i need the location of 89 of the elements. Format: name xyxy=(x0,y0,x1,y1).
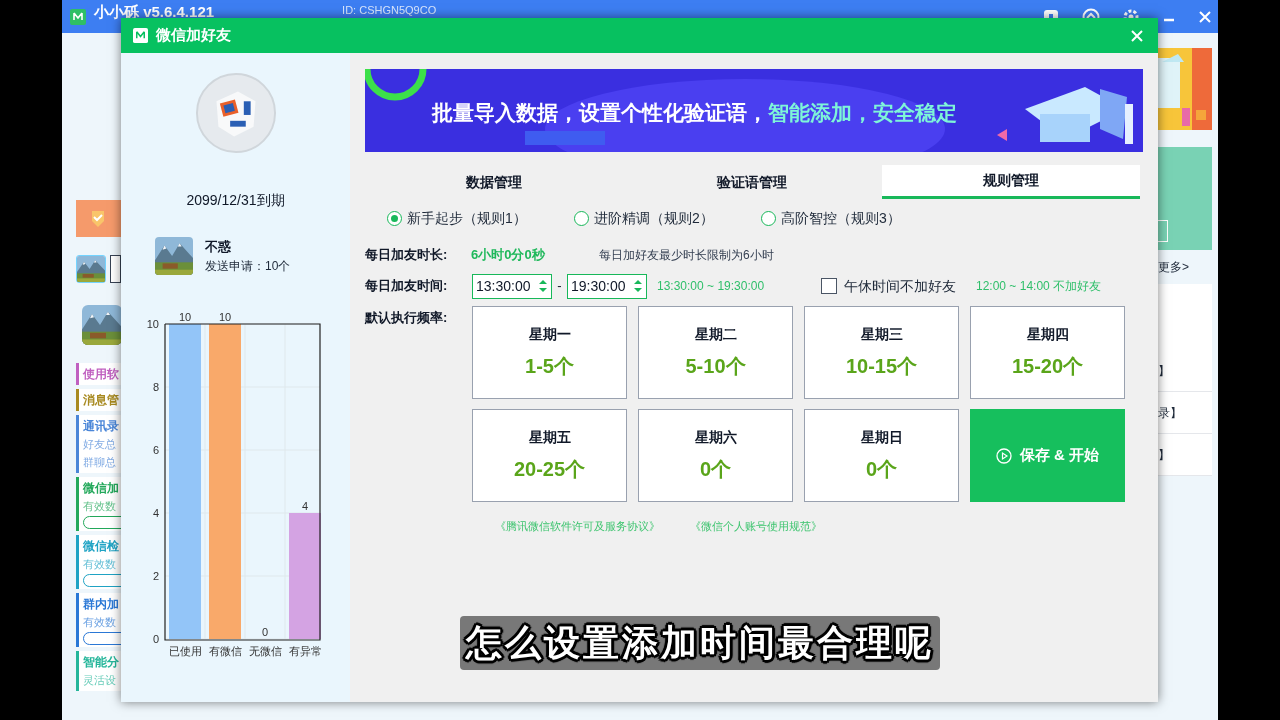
rule-radio[interactable]: 高阶智控（规则3） xyxy=(761,207,948,229)
banner-text: 批量导入数据，设置个性化验证语， xyxy=(432,100,768,126)
stat-label: 群聊总 xyxy=(83,455,116,470)
sidebar-title: 通讯录 xyxy=(83,418,119,435)
rule-radio[interactable]: 新手起步（规则1） xyxy=(387,207,574,229)
day-card[interactable]: 星期二 5-10个 xyxy=(638,306,793,399)
range-separator: - xyxy=(556,277,563,296)
category-label: 无微信 xyxy=(248,645,282,657)
day-card[interactable]: 星期五 20-25个 xyxy=(472,409,627,502)
tab[interactable]: 数据管理 xyxy=(365,165,624,199)
rule-radio[interactable]: 进阶精调（规则2） xyxy=(574,207,761,229)
list-text: 】 xyxy=(1158,362,1170,380)
axis-tick-label: 0 xyxy=(152,633,159,645)
spinner-icon xyxy=(538,279,548,293)
video-subtitle: 怎么设置添加时间最合理呢 xyxy=(460,616,940,670)
tab[interactable]: 规则管理 xyxy=(881,165,1140,199)
sidebar-title: 微信检 xyxy=(83,538,119,555)
app-logo-icon xyxy=(70,8,86,25)
sidebar-title: 智能分 xyxy=(83,654,119,671)
lunch-note: 12:00 ~ 14:00 不加好友 xyxy=(976,278,1102,295)
duration-value: 6小时0分0秒 xyxy=(471,246,546,265)
close-icon xyxy=(1130,28,1144,43)
data-label: 10 xyxy=(218,311,232,323)
day-label: 星期日 xyxy=(860,428,903,447)
sidebar-title: 微信加 xyxy=(83,480,119,497)
day-label: 星期五 xyxy=(528,428,571,447)
category-label: 有异常 xyxy=(288,645,322,657)
category-label: 有微信 xyxy=(208,645,242,657)
stat-label: 有效数 xyxy=(83,615,116,630)
expiry-date: 2099/12/31到期 xyxy=(186,191,285,210)
app-title: 小小砾 v5.6.4.121 xyxy=(94,3,215,20)
more-link[interactable]: 更多> xyxy=(1158,258,1189,276)
day-label: 星期六 xyxy=(694,428,737,447)
day-count: 0个 xyxy=(699,457,732,482)
day-count: 1-5个 xyxy=(525,354,574,379)
start-time-field[interactable]: 13:30:00 xyxy=(472,273,552,299)
day-label: 星期二 xyxy=(694,325,737,344)
stat-label: 好友总 xyxy=(83,437,116,452)
list-text: 录】 xyxy=(1158,404,1182,422)
list-text: 】 xyxy=(1158,446,1170,464)
stat-label: 有效数 xyxy=(83,557,116,572)
data-label: 4 xyxy=(301,500,309,512)
banner-text: 智能添加，安全稳定 xyxy=(768,100,957,126)
app-logo-icon xyxy=(133,28,148,43)
id-label: ID: CSHGN5Q9CO xyxy=(342,4,437,17)
close-button[interactable] xyxy=(1130,27,1146,44)
data-label: 0 xyxy=(261,626,269,638)
axis-tick-label: 10 xyxy=(146,318,159,330)
hint-text: 每日加好友最少时长限制为6小时 xyxy=(599,247,774,264)
day-label: 星期一 xyxy=(528,325,571,344)
sidebar-title: 使用软 xyxy=(83,366,119,383)
dropdown[interactable] xyxy=(110,255,121,283)
field-label: 每日加友时间: xyxy=(365,277,449,296)
axis-tick-label: 8 xyxy=(152,381,159,393)
day-count: 0个 xyxy=(865,457,898,482)
day-count: 15-20个 xyxy=(1011,354,1084,379)
day-count: 20-25个 xyxy=(513,457,586,482)
close-icon[interactable] xyxy=(1198,9,1212,24)
axis-tick-label: 2 xyxy=(152,570,159,582)
day-label: 星期三 xyxy=(860,325,903,344)
lunch-checkbox[interactable]: 午休时间不加好友 xyxy=(821,275,976,297)
tab[interactable]: 验证语管理 xyxy=(623,165,882,199)
request-count: 发送申请：10个 xyxy=(205,257,291,275)
axis-tick-label: 6 xyxy=(152,444,159,456)
day-card[interactable]: 星期四 15-20个 xyxy=(970,306,1125,399)
user-name: 不惑 xyxy=(205,238,232,257)
field-label: 默认执行频率: xyxy=(365,309,449,327)
day-count: 5-10个 xyxy=(685,354,746,379)
data-label: 10 xyxy=(178,311,192,323)
category-label: 已使用 xyxy=(168,645,202,657)
spinner-icon xyxy=(633,279,643,293)
play-icon xyxy=(995,447,1012,464)
promo-banner[interactable] xyxy=(76,200,121,237)
axis-tick-label: 4 xyxy=(152,507,159,519)
day-label: 星期四 xyxy=(1026,325,1069,344)
day-card[interactable]: 星期三 10-15个 xyxy=(804,306,959,399)
logo-cube-icon xyxy=(194,72,277,154)
time-range-text: 13:30:00 ~ 19:30:00 xyxy=(657,278,766,295)
day-card[interactable]: 星期一 1-5个 xyxy=(472,306,627,399)
sidebar-title: 消息管 xyxy=(83,392,119,409)
sidebar-title: 群内加 xyxy=(83,596,119,613)
stat-label: 灵活设 xyxy=(83,673,116,688)
field-label: 每日加友时长: xyxy=(365,246,449,265)
day-card[interactable]: 星期日 0个 xyxy=(804,409,959,502)
end-time-field[interactable]: 19:30:00 xyxy=(567,273,647,299)
day-card[interactable]: 星期六 0个 xyxy=(638,409,793,502)
stat-label: 有效数 xyxy=(83,499,116,514)
dialog-title: 微信加好友 xyxy=(156,25,231,46)
day-count: 10-15个 xyxy=(845,354,918,379)
